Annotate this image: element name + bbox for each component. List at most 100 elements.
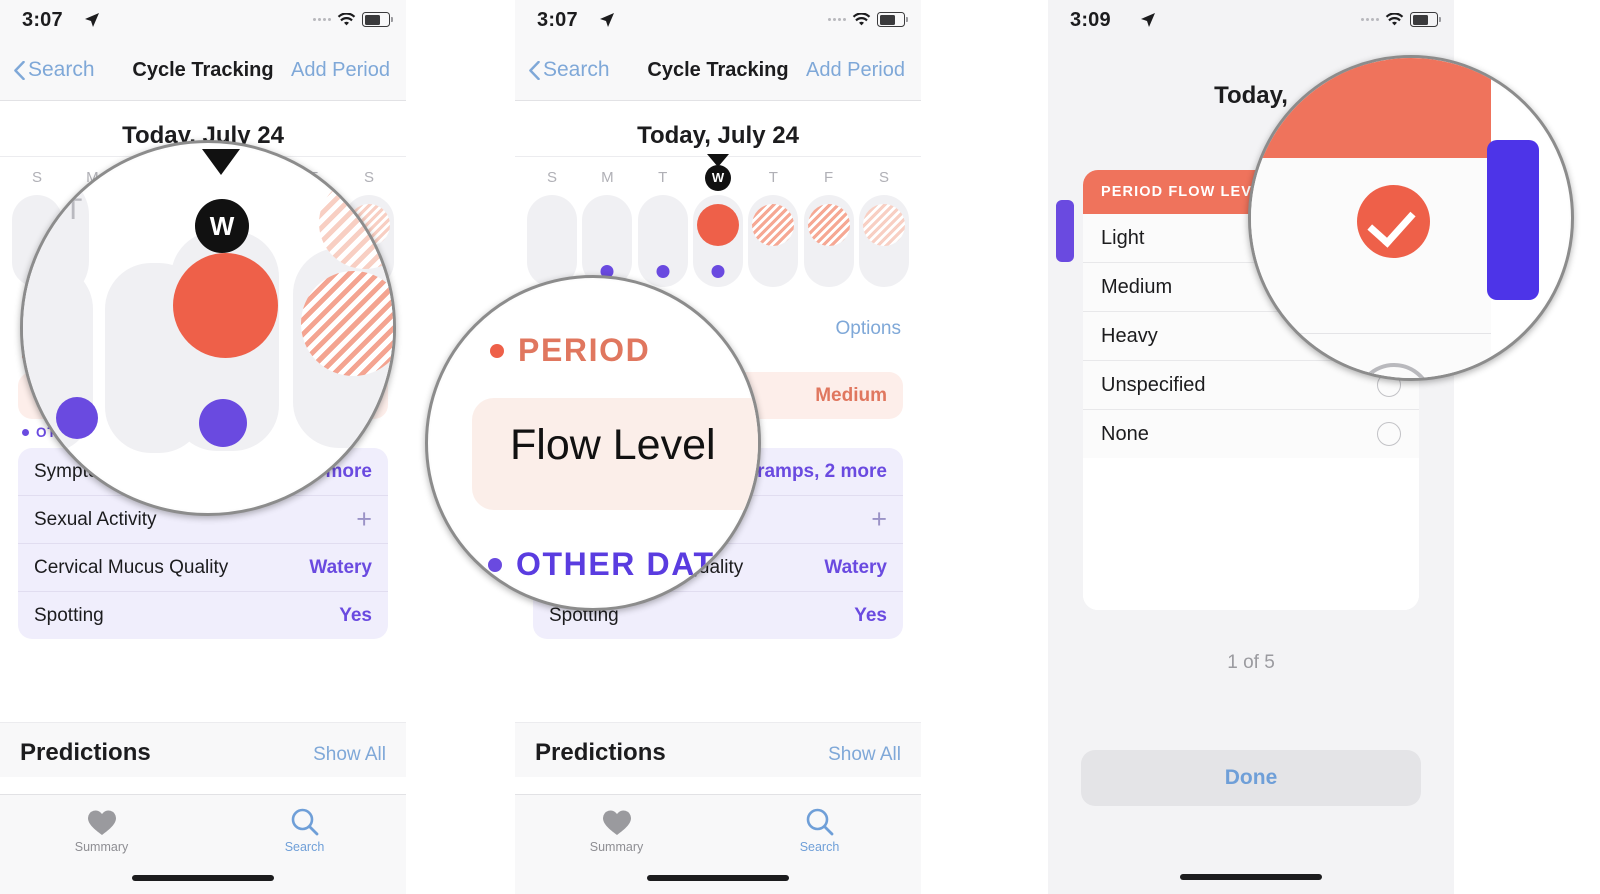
status-indicators-3 (1361, 12, 1441, 27)
status-indicators-2 (828, 12, 908, 27)
status-time: 3:07 (537, 9, 578, 31)
lens-other-data-dot (56, 397, 98, 439)
location-arrow-icon (600, 13, 614, 27)
add-plus-icon[interactable]: + (871, 506, 887, 533)
lens-period-text: PERIOD (518, 332, 651, 368)
lens-1-content: T W (23, 143, 393, 513)
battery-icon (877, 12, 908, 27)
row-value: Watery (309, 556, 372, 578)
day-cell[interactable] (803, 195, 854, 287)
option-label: Medium (1101, 275, 1173, 298)
row-value: Yes (339, 604, 372, 626)
day-initial: T (768, 169, 778, 186)
magnifier-lens-week-strip: T W (20, 140, 396, 516)
status-time: 3:09 (1070, 9, 1111, 31)
day-initial: S (878, 169, 889, 186)
predictions-block-1: Predictions Show All (0, 722, 406, 777)
nav-bar-1: Search Cycle Tracking Add Period (0, 42, 406, 101)
left-page-edge-tab (1056, 200, 1074, 262)
flow-solid-marker (696, 204, 739, 246)
status-bar-2: 3:07 (515, 0, 921, 42)
row-value: Watery (824, 556, 887, 578)
lens-sheet-header-band (1251, 58, 1491, 158)
day-cell[interactable] (858, 195, 909, 287)
tab-bar-1: Summary Search (0, 794, 406, 894)
row-label: Spotting (34, 604, 104, 626)
day-initial: S (546, 169, 557, 186)
search-icon (203, 805, 406, 839)
flow-predicted-marker (807, 204, 850, 246)
signal-dots-icon (1361, 18, 1379, 21)
signal-dots-icon (313, 18, 331, 21)
home-indicator (132, 875, 274, 881)
lens-other-data-dot (199, 399, 247, 447)
predictions-title: Predictions (535, 739, 666, 766)
options-button[interactable]: Options (836, 318, 901, 340)
wifi-icon (1385, 12, 1404, 25)
predictions-title: Predictions (20, 739, 151, 766)
tab-label: Summary (74, 840, 129, 854)
row-label: Cervical Mucus Quality (34, 556, 229, 578)
magnifier-lens-flow-level: PERIOD Flow Level OTHER DAT (425, 275, 761, 611)
add-period-button[interactable]: Add Period (291, 59, 390, 82)
phone-panel-1: 3:07 Search Cycle Tracking Add Period To… (0, 0, 406, 894)
day-cell[interactable] (582, 195, 633, 287)
day-initial: M (601, 169, 614, 186)
day-initial: F (824, 169, 834, 186)
lens-flow-predicted-marker (301, 271, 393, 376)
lens-today-badge: W (195, 199, 249, 253)
radio-unselected-icon[interactable] (1377, 422, 1401, 446)
lens-today-caret-icon (202, 149, 240, 175)
status-time: 3:07 (22, 9, 63, 31)
option-label: Light (1101, 226, 1145, 249)
predictions-show-all-button[interactable]: Show All (828, 744, 901, 766)
option-label: Unspecified (1101, 373, 1206, 396)
home-indicator (1180, 874, 1322, 880)
lens-other-data-text: OTHER DAT (516, 546, 715, 582)
search-icon (718, 805, 921, 839)
wifi-icon (337, 12, 356, 25)
option-label: None (1101, 422, 1149, 445)
magnifier-lens-selected-check (1248, 55, 1574, 381)
page-indicator: 1 of 5 (1227, 652, 1275, 673)
other-data-dot (656, 265, 670, 278)
wifi-icon (852, 12, 871, 25)
lens-other-data-label: OTHER DAT (488, 546, 715, 583)
flow-predicted-marker (752, 204, 795, 246)
option-label: Heavy (1101, 324, 1158, 347)
done-button[interactable]: Done (1081, 750, 1421, 806)
row-value: Medium (815, 384, 887, 406)
lens-3-content (1251, 58, 1571, 378)
today-heading-2: Today, July 24 (637, 122, 799, 149)
other-data-dot (711, 265, 725, 278)
spotting-row[interactable]: Spotting Yes (18, 591, 388, 639)
day-cell[interactable] (748, 195, 799, 287)
today-badge: W (704, 165, 731, 191)
day-cell[interactable] (637, 195, 688, 287)
tab-label: Search (284, 840, 325, 854)
day-cell-today[interactable] (692, 195, 743, 287)
row-value: Yes (854, 604, 887, 626)
lens-day-initial: T (64, 193, 83, 226)
predictions-show-all-button[interactable]: Show All (313, 744, 386, 766)
lens-flow-solid-marker (173, 253, 278, 358)
predictions-block-2: Predictions Show All (515, 722, 921, 777)
add-period-button[interactable]: Add Period (806, 59, 905, 82)
flow-option-none[interactable]: None (1083, 409, 1419, 458)
lens-2-content: PERIOD Flow Level OTHER DAT (428, 278, 758, 608)
day-initial: T (658, 169, 668, 186)
day-cell[interactable] (527, 195, 577, 287)
sheet-filler (1083, 458, 1419, 610)
signal-dots-icon (828, 18, 846, 21)
home-indicator (647, 875, 789, 881)
day-initial-today: W (693, 165, 743, 191)
cervical-mucus-row[interactable]: Cervical Mucus Quality Watery (18, 543, 388, 591)
tab-label: Search (799, 840, 840, 854)
day-cells-row-2 (515, 191, 921, 287)
week-strip-2: S M T W T F S (515, 154, 921, 287)
location-arrow-icon (1141, 13, 1155, 27)
other-data-bullet-icon (488, 557, 502, 572)
status-bar-1: 3:07 (0, 0, 406, 42)
battery-icon (362, 12, 393, 27)
heart-icon (515, 805, 718, 839)
